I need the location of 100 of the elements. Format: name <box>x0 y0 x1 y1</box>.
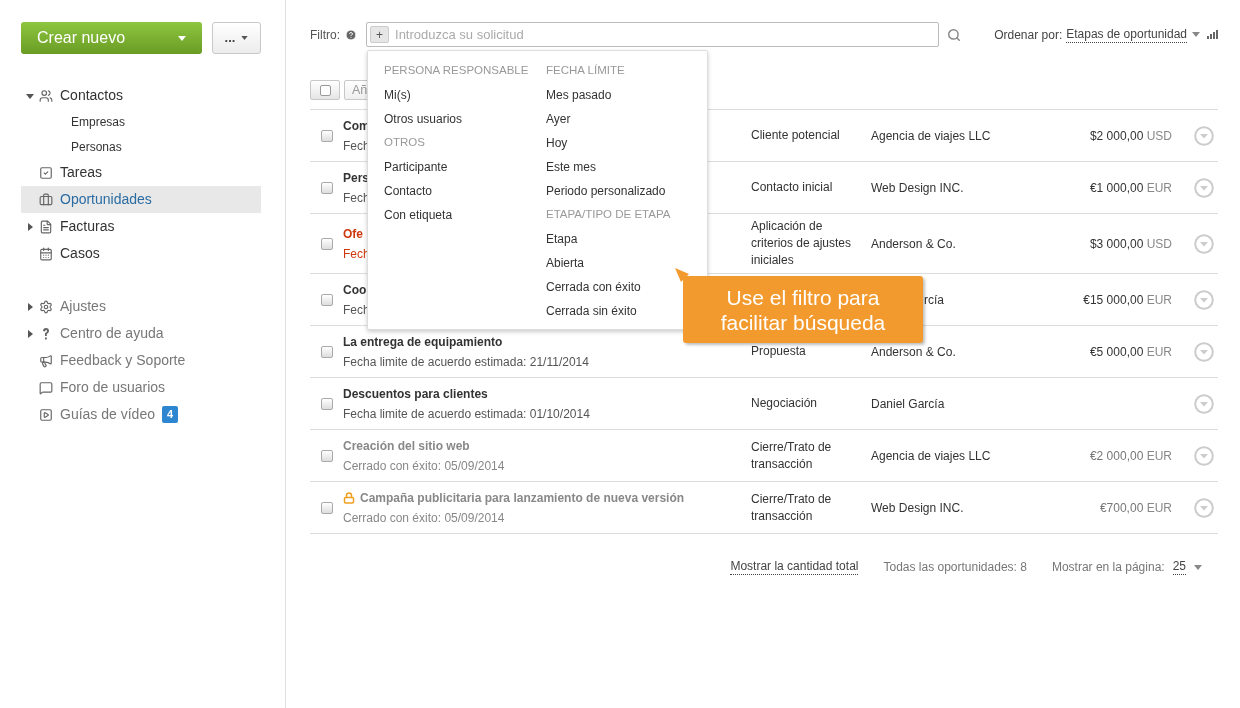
deal-title[interactable]: Ofe <box>343 224 363 243</box>
deal-title[interactable]: Campaña publicitaria para lanzamiento de nueva versión <box>360 488 685 507</box>
company-text: Agencia de viajes LLC <box>871 128 991 143</box>
dropdown-circle-icon[interactable] <box>1194 497 1214 518</box>
stage-text: Cierre/Trato de transacción <box>751 491 832 523</box>
help-icon[interactable] <box>345 28 357 41</box>
caret-icon[interactable] <box>26 222 34 231</box>
menu-item[interactable]: Este mes <box>546 155 596 179</box>
filter-input[interactable]: Introduzca su solicitud <box>395 24 938 45</box>
sort-link[interactable]: Etapas de oportunidad <box>1066 26 1187 43</box>
amount-text: $3 000,00 USD <box>1089 235 1172 253</box>
select-all-button[interactable] <box>310 80 340 100</box>
caret-icon[interactable] <box>1192 32 1200 37</box>
nav-item[interactable]: Contactos <box>21 82 261 109</box>
help-item[interactable]: Guías de vídeo 4 <box>21 401 261 428</box>
count-badge: 4 <box>161 406 179 423</box>
help-item[interactable]: Ajustes <box>21 293 261 320</box>
amount-text: €700,00 EUR <box>1099 499 1172 517</box>
caret-icon[interactable] <box>26 329 34 338</box>
search-icon[interactable] <box>947 27 961 42</box>
callout-text: Use el filtro para facilitar búsqueda <box>719 284 887 335</box>
company-text: Anderson & Co. <box>871 236 956 251</box>
row-checkbox[interactable] <box>320 397 333 410</box>
menu-heading: ETAPA/TIPO DE ETAPA <box>546 207 671 223</box>
menu-item[interactable]: Contacto <box>384 179 433 203</box>
deal-date: Fecha limite de acuerdo estimada: 01/10/2014 <box>343 405 591 423</box>
sort-label: Ordenar por: <box>994 26 1063 44</box>
dropdown-circle-icon[interactable] <box>1194 445 1214 466</box>
menu-item[interactable]: Hoy <box>546 131 568 155</box>
play-icon <box>39 407 53 422</box>
row-checkbox[interactable] <box>320 345 333 358</box>
help-item[interactable]: Foro de usuarios <box>21 374 261 401</box>
deal-title[interactable]: Descuentos para clientes <box>343 384 488 403</box>
dropdown-circle-icon[interactable] <box>1194 125 1214 146</box>
row-checkbox[interactable] <box>320 181 333 194</box>
checkbox-icon <box>39 165 53 180</box>
dropdown-circle-icon[interactable] <box>1194 289 1214 310</box>
speech-bubble-icon <box>39 380 53 395</box>
filter-label: Filtro: <box>310 26 340 44</box>
company-text: Anderson & Co. <box>871 344 956 359</box>
document-icon <box>39 219 53 234</box>
caret-icon[interactable] <box>26 91 34 100</box>
nav-subitem[interactable]: Personas <box>21 134 261 159</box>
deal-title[interactable]: Creación del sitio web <box>343 436 470 455</box>
dropdown-circle-icon[interactable] <box>1194 233 1214 254</box>
menu-item[interactable]: Cerrada sin éxito <box>546 299 637 323</box>
row-checkbox[interactable] <box>320 129 333 142</box>
stage-text: Negociación <box>751 396 818 410</box>
help-item[interactable]: Feedback y Soporte <box>21 347 261 374</box>
deal-date: Cerrado con éxito: 05/09/2014 <box>343 457 506 475</box>
row-checkbox[interactable] <box>320 237 333 250</box>
total-count: Todas las oportunidades: 8 <box>883 559 1027 576</box>
nav-item[interactable]: Oportunidades <box>21 186 261 213</box>
row-checkbox[interactable] <box>320 293 333 306</box>
more-button[interactable]: ... <box>212 22 261 54</box>
company-text: Web Design INC. <box>871 180 964 195</box>
menu-item[interactable]: Cerrada con éxito <box>546 275 641 299</box>
gear-icon <box>39 299 53 314</box>
stage-text: Contacto inicial <box>751 180 833 194</box>
show-total-link[interactable]: Mostrar la cantidad total <box>730 559 859 575</box>
per-page-label: Mostrar en la página: <box>1051 559 1165 576</box>
nav-subitem[interactable]: Empresas <box>21 109 261 134</box>
menu-item[interactable]: Etapa <box>546 227 578 251</box>
row-checkbox[interactable] <box>320 449 333 462</box>
menu-heading: PERSONA RESPONSABLE <box>384 63 529 79</box>
amount-text: €15 000,00 EUR <box>1083 291 1172 309</box>
nav-item[interactable]: Casos <box>21 240 261 267</box>
amount-text: $2 000,00 USD <box>1089 127 1172 145</box>
menu-item[interactable]: Participante <box>384 155 448 179</box>
nav-item[interactable]: Tareas <box>21 159 261 186</box>
filter-field[interactable]: + Introduzca su solicitud <box>366 22 939 47</box>
caret-icon[interactable] <box>1194 564 1202 570</box>
deal-date: Cerrado con éxito: 05/09/2014 <box>343 509 506 527</box>
dropdown-circle-icon[interactable] <box>1194 393 1214 414</box>
dropdown-circle-icon[interactable] <box>1194 341 1214 362</box>
signal-bars-icon[interactable] <box>1207 30 1218 39</box>
deal-title[interactable]: La entrega de equipamiento <box>343 332 503 351</box>
per-page-select[interactable]: 25 <box>1172 559 1186 575</box>
caret-icon[interactable] <box>26 302 34 311</box>
menu-item[interactable]: Periodo personalizado <box>546 179 666 203</box>
nav-item[interactable]: Facturas <box>21 213 261 240</box>
stage-text: Cliente potencial <box>751 128 840 142</box>
amount-text: €2 000,00 EUR <box>1089 447 1172 465</box>
menu-item[interactable]: Ayer <box>546 107 571 131</box>
menu-item[interactable]: Mes pasado <box>546 83 612 107</box>
stage-text: Propuesta <box>751 344 806 358</box>
row-checkbox[interactable] <box>320 501 333 514</box>
amount-text: €1 000,00 EUR <box>1089 179 1172 197</box>
add-filter-tag[interactable]: + <box>370 26 389 43</box>
menu-item[interactable]: Con etiqueta <box>384 203 453 227</box>
stage-text: Cierre/Trato de transacción <box>751 439 832 471</box>
menu-item[interactable]: Otros usuarios <box>384 107 463 131</box>
help-item[interactable]: Centro de ayuda <box>21 320 261 347</box>
menu-item[interactable]: Abierta <box>546 251 585 275</box>
briefcase-icon <box>39 192 53 207</box>
company-text: Daniel García <box>871 396 945 411</box>
megaphone-icon <box>39 353 53 368</box>
dropdown-circle-icon[interactable] <box>1194 177 1214 198</box>
deal-date: Fecha limite de acuerdo estimada: 21/11/2014 <box>343 353 590 371</box>
deal-title[interactable]: Coo <box>343 280 367 299</box>
